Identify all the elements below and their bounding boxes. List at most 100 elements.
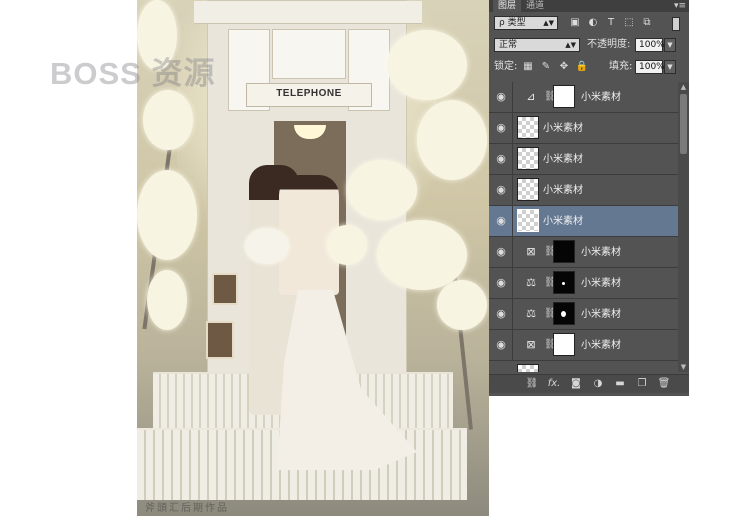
layer-row[interactable]: ◉ 小米素材 (489, 113, 678, 144)
scroll-down-icon[interactable]: ▼ (678, 362, 689, 372)
new-layer-icon[interactable]: ❐ (635, 377, 649, 391)
tab-layers[interactable]: 图层 (493, 0, 522, 12)
eye-separator (512, 237, 513, 267)
layer-name[interactable]: 小米素材 (581, 308, 621, 321)
layer-mask-thumbnail[interactable] (553, 333, 575, 356)
lock-move-icon[interactable]: ✥ (557, 60, 571, 74)
chain-link-icon[interactable]: ⛓ (544, 89, 557, 105)
layer-row[interactable]: ◉ 小米素材 (489, 144, 678, 175)
layer-thumbnail[interactable] (517, 364, 539, 372)
booth-sign-text: TELEPHONE (276, 88, 342, 99)
filter-pixel-icon[interactable]: ▣ (568, 16, 582, 30)
filter-smart-object-icon[interactable]: ⧉ (640, 16, 654, 30)
adjustment-layer-icon[interactable]: ◑ (591, 377, 605, 391)
filter-type-select[interactable]: ρ 类型 ▲▼ (494, 16, 558, 30)
eye-icon[interactable]: ◉ (495, 153, 507, 165)
new-group-icon[interactable]: ▬ (613, 377, 627, 391)
chain-link-icon[interactable]: ⛓ (544, 244, 557, 260)
eye-icon[interactable]: ◉ (495, 91, 507, 103)
layer-mask-thumbnail[interactable] (553, 271, 575, 294)
layer-row[interactable]: ◉ 小米素材 (489, 175, 678, 206)
layer-thumbnail[interactable] (517, 147, 539, 170)
bouquet (245, 228, 289, 264)
eye-separator (512, 113, 513, 143)
layer-row[interactable]: ◉ ⊠ ⛓ 小米素材 (489, 237, 678, 268)
layer-name[interactable]: 小米素材 (543, 122, 583, 135)
layer-row-partial[interactable] (489, 361, 678, 372)
filter-type-icon[interactable]: T (604, 16, 618, 30)
eye-separator (512, 206, 513, 236)
fill-input[interactable]: 100% (635, 60, 665, 74)
eye-icon[interactable]: ◉ (495, 215, 507, 227)
eye-icon[interactable]: ◉ (495, 277, 507, 289)
layer-mask-thumbnail[interactable] (553, 85, 575, 108)
eye-icon[interactable]: ◉ (495, 122, 507, 134)
trash-icon[interactable]: 🗑 (657, 377, 671, 391)
layer-name[interactable]: 小米素材 (581, 339, 621, 352)
lock-all-icon[interactable]: 🔒 (575, 60, 589, 74)
layer-mask-thumbnail[interactable] (553, 302, 575, 325)
lock-transparent-icon[interactable]: ▦ (521, 60, 535, 74)
mask-spot (561, 311, 566, 317)
layer-row[interactable]: ◉ ⚖ ⛓ 小米素材 (489, 268, 678, 299)
fill-dropdown-icon[interactable]: ▼ (664, 60, 676, 74)
layer-name[interactable]: 小米素材 (543, 215, 583, 228)
channel-mixer-icon: ⊠ (526, 245, 536, 258)
fx-icon[interactable]: fx. (547, 377, 561, 391)
eye-icon[interactable]: ◉ (495, 339, 507, 351)
eye-icon[interactable]: ◉ (495, 184, 507, 196)
filter-shape-icon[interactable]: ⬚ (622, 16, 636, 30)
layers-footer: ⛓ fx. ◙ ◑ ▬ ❐ 🗑 (489, 374, 689, 393)
layer-thumbnail[interactable] (517, 209, 539, 232)
filter-toggle-switch[interactable] (672, 17, 680, 31)
layer-row-selected[interactable]: ◉ 小米素材 (489, 206, 678, 237)
blossom (417, 100, 487, 180)
layer-name[interactable]: 小米素材 (543, 153, 583, 166)
blossom (437, 280, 487, 330)
link-layers-icon[interactable]: ⛓ (525, 377, 539, 391)
layer-thumbnail[interactable] (517, 178, 539, 201)
chevron-down-icon: ▲▼ (543, 19, 554, 27)
add-mask-icon[interactable]: ◙ (569, 377, 583, 391)
scroll-up-icon[interactable]: ▲ (678, 82, 689, 92)
filter-adjustment-icon[interactable]: ◐ (586, 16, 600, 30)
layer-row[interactable]: ◉ ⊠ ⛓ 小米素材 (489, 330, 678, 361)
blossom (387, 30, 467, 100)
blend-row: 正常 ▲▼ 不透明度: 100% ▼ (489, 36, 689, 54)
layer-name[interactable]: 小米素材 (581, 246, 621, 259)
chain-link-icon[interactable]: ⛓ (544, 337, 557, 353)
layer-row[interactable]: ◉ ⊿ ⛓ 小米素材 (489, 82, 678, 113)
scrollbar-thumb[interactable] (680, 94, 687, 154)
eye-icon[interactable]: ◉ (495, 246, 507, 258)
blossom (137, 170, 197, 260)
layer-mask-thumbnail[interactable] (553, 240, 575, 263)
chain-link-icon[interactable]: ⛓ (544, 306, 557, 322)
eye-separator (512, 144, 513, 174)
layer-thumbnail[interactable] (517, 116, 539, 139)
layer-row[interactable]: ◉ ⚖ ⛓ 小米素材 (489, 299, 678, 330)
booth-window-center (272, 29, 346, 79)
eye-separator (512, 175, 513, 205)
opacity-input[interactable]: 100% (635, 38, 665, 52)
mask-spot (562, 282, 565, 285)
blossom (347, 160, 417, 220)
layer-name[interactable]: 小米素材 (543, 184, 583, 197)
tab-channels[interactable]: 通道 (521, 0, 549, 12)
color-balance-icon: ⚖ (526, 276, 536, 289)
layer-name[interactable]: 小米素材 (581, 91, 621, 104)
layers-panel: 图层 通道 ▾≡ ρ 类型 ▲▼ ▣ ◐ T ⬚ ⧉ 正常 ▲▼ 不透明度: 1… (489, 0, 689, 396)
layer-name[interactable]: 小米素材 (581, 277, 621, 290)
blossom (147, 270, 187, 330)
curves-icon: ⊿ (526, 90, 536, 103)
lock-paint-icon[interactable]: ✎ (539, 60, 553, 74)
eye-icon[interactable]: ◉ (495, 308, 507, 320)
chevron-down-icon: ▲▼ (565, 41, 576, 49)
chain-link-icon[interactable]: ⛓ (544, 275, 557, 291)
blend-mode-select[interactable]: 正常 ▲▼ (494, 38, 580, 52)
eye-separator (512, 268, 513, 298)
eye-separator (512, 330, 513, 360)
opacity-dropdown-icon[interactable]: ▼ (664, 38, 676, 52)
panel-menu-icon[interactable]: ▾≡ (674, 0, 686, 12)
eye-separator (512, 299, 513, 329)
layers-scrollbar[interactable]: ▲ ▼ (678, 82, 689, 372)
